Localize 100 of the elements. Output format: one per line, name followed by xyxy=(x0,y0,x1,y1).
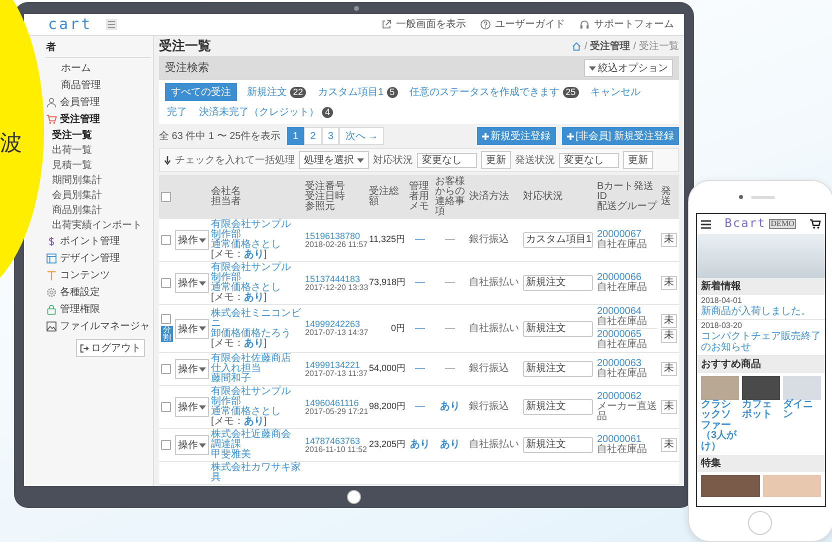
status-tab[interactable]: 任意のステータスを作成できます 25 xyxy=(408,83,581,102)
sidebar-item[interactable]: 会員管理 xyxy=(46,94,151,111)
status-select[interactable]: 新規注文 xyxy=(523,275,593,292)
new-order-button[interactable]: 新規受注登録 xyxy=(476,127,556,146)
menu-icon[interactable] xyxy=(106,19,118,30)
shipping-status-select[interactable]: 未 xyxy=(661,314,677,328)
admin-memo[interactable]: — xyxy=(415,322,425,334)
filter-options-button[interactable]: 絞込オプション xyxy=(584,59,673,78)
status-tab[interactable]: 決済未完了（クレジット） 4 xyxy=(197,103,336,122)
page-button[interactable]: 次へ → xyxy=(339,127,384,146)
action-button[interactable]: 操作 xyxy=(175,359,209,380)
status-select[interactable]: 新規注文 xyxy=(523,437,593,454)
page-button[interactable]: 3 xyxy=(322,127,340,146)
update-button[interactable]: 更新 xyxy=(623,151,653,170)
row-checkbox[interactable] xyxy=(161,440,171,450)
status-select[interactable]: カスタム項目1 xyxy=(523,232,593,248)
action-button[interactable]: 操作 xyxy=(175,273,209,294)
admin-memo[interactable]: — xyxy=(415,363,425,374)
shipping-status-select[interactable]: 未 xyxy=(661,438,677,452)
product-link[interactable]: クラシックソファー（3人がけ） xyxy=(701,400,739,452)
news-link[interactable]: 新商品が入荷しました。 xyxy=(701,306,821,317)
action-button[interactable]: 操作 xyxy=(175,230,209,250)
header-link[interactable]: 一般画面を表示 xyxy=(381,19,466,30)
order-total: 73,918円 xyxy=(369,277,406,288)
action-button[interactable]: 操作 xyxy=(175,397,209,418)
status-tab[interactable]: 新規注文 22 xyxy=(245,83,308,102)
action-select[interactable]: 処理を選択 xyxy=(299,151,369,170)
sidebar-subitem[interactable]: 出荷一覧 xyxy=(46,143,151,158)
news-link[interactable]: コンパクトチェア販売終了のお知らせ xyxy=(701,330,821,353)
sidebar-subitem[interactable]: 商品別集計 xyxy=(46,203,151,218)
page-button[interactable]: 1 xyxy=(286,127,304,146)
row-checkbox[interactable] xyxy=(161,278,171,288)
sidebar-subitem[interactable]: 受注一覧 xyxy=(46,128,151,143)
shipping-status-select[interactable]: 未 xyxy=(661,276,677,290)
status-tab[interactable]: キャンセル xyxy=(588,83,643,102)
company-link[interactable]: 株式会社カワサキ家具 xyxy=(211,463,301,484)
product-link[interactable]: ダイニン xyxy=(783,400,821,421)
order-number-link[interactable]: 15137444183 xyxy=(305,274,365,284)
customer-message: — xyxy=(445,234,455,246)
shipping-status-select[interactable]: 未 xyxy=(661,233,677,248)
sidebar-item[interactable]: ファイルマネージャ xyxy=(46,318,151,335)
status-tab[interactable]: カスタム項目1 5 xyxy=(316,83,400,102)
sidebar-item[interactable]: 受注管理 xyxy=(46,111,151,128)
sidebar-item[interactable]: コンテンツ xyxy=(46,267,151,284)
status-field[interactable]: 変更なし xyxy=(417,152,477,168)
shipping-status-select[interactable]: 未 xyxy=(661,400,677,414)
product-link[interactable]: カフェポット xyxy=(742,400,780,421)
row-checkbox[interactable] xyxy=(161,235,171,246)
order-number-link[interactable]: 14787463763 xyxy=(305,436,365,446)
select-all-checkbox[interactable] xyxy=(161,192,171,202)
home-button[interactable] xyxy=(748,511,772,535)
company-link[interactable]: 藤間和子 xyxy=(211,374,301,384)
sidebar-item[interactable]: ホーム xyxy=(46,60,151,77)
column-header: 管理者用 xyxy=(409,182,430,202)
header-link[interactable]: ユーザーガイド xyxy=(480,19,565,30)
sidebar-item[interactable]: デザイン管理 xyxy=(46,250,151,267)
shipping-status-select[interactable]: 未 xyxy=(661,362,677,376)
status-select[interactable]: 新規注文 xyxy=(523,399,593,416)
update-button[interactable]: 更新 xyxy=(481,151,511,170)
sidebar-subitem[interactable]: 期間別集計 xyxy=(46,173,151,188)
shipping-status-select[interactable]: 未 xyxy=(661,329,677,344)
status-tab[interactable]: 完了 xyxy=(165,103,189,122)
column-header: 決済方法 xyxy=(469,192,510,202)
shipping-group: メーカー直送品 xyxy=(597,402,657,422)
company-link[interactable]: 卸価格価格たろう xyxy=(211,328,301,339)
admin-memo[interactable]: — xyxy=(415,277,425,288)
sidebar-subitem[interactable]: 会員別集計 xyxy=(46,188,151,203)
company-link[interactable]: 通常価格さとし xyxy=(211,407,301,418)
sidebar-subitem[interactable]: 見積一覧 xyxy=(46,158,151,173)
admin-memo[interactable]: — xyxy=(415,401,425,412)
action-button[interactable]: 操作 xyxy=(175,318,209,339)
sidebar-item[interactable]: 各種設定 xyxy=(46,284,151,301)
company-link[interactable]: 株式会社ミニコンビニ xyxy=(211,308,301,329)
sidebar-item[interactable]: 管理権限 xyxy=(46,301,151,318)
status-select[interactable]: 新規注文 xyxy=(523,320,593,337)
admin-memo[interactable]: あり xyxy=(410,439,430,450)
dollar-icon xyxy=(46,236,57,247)
row-checkbox[interactable] xyxy=(161,314,171,324)
sidebar-subitem[interactable]: 出荷実績インポート xyxy=(46,218,151,233)
logout-button[interactable]: ログアウト xyxy=(76,339,145,357)
header-link[interactable]: サポートフォーム xyxy=(579,19,674,30)
row-checkbox[interactable] xyxy=(161,364,171,374)
order-number-link[interactable]: 14999242263 xyxy=(305,320,365,330)
breadcrumb-item[interactable]: 受注管理 xyxy=(590,40,630,52)
sidebar-item[interactable]: 商品管理 xyxy=(46,77,151,94)
status-tab[interactable]: すべての受注 xyxy=(165,83,237,102)
company-link[interactable]: 通常価格さとし xyxy=(211,240,301,250)
sidebar-item[interactable]: ポイント管理 xyxy=(46,233,151,250)
action-button[interactable]: 操作 xyxy=(175,435,209,456)
status-field[interactable]: 変更なし xyxy=(559,152,619,168)
order-number-link[interactable]: 15196138780 xyxy=(305,232,365,241)
new-order-button[interactable]: [非会員] 新規受注登録 xyxy=(562,127,679,146)
page-button[interactable]: 2 xyxy=(304,127,322,146)
status-select[interactable]: 新規注文 xyxy=(523,361,593,378)
company-link[interactable]: 通常価格さとし xyxy=(211,283,301,294)
order-number-link[interactable]: 14999134221 xyxy=(305,360,365,370)
row-checkbox[interactable] xyxy=(161,402,171,412)
admin-memo[interactable]: — xyxy=(415,234,425,246)
order-number-link[interactable]: 14960461116 xyxy=(305,398,365,408)
company-link[interactable]: 甲斐雅美 xyxy=(211,450,301,460)
